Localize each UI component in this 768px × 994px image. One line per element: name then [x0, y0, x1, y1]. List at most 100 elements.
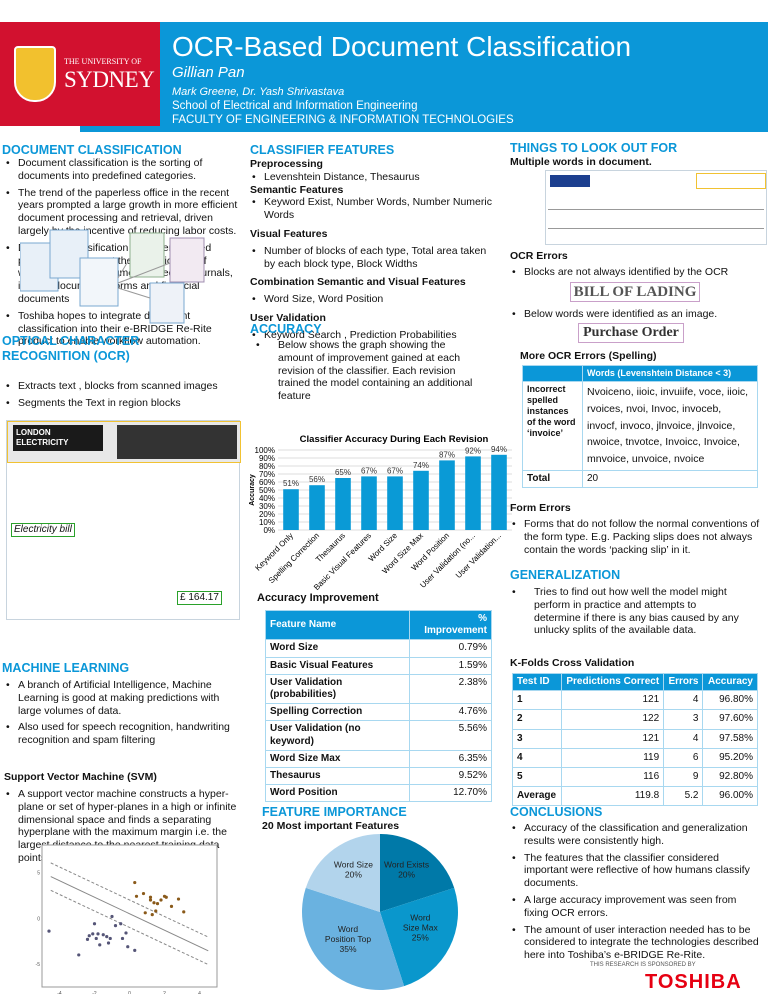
- point-class-b: [126, 945, 130, 949]
- table-row: 5 116 9 92.80%: [512, 766, 758, 788]
- y-tick-label: 40%: [259, 494, 275, 503]
- improvement-value: 5.56%: [408, 720, 493, 751]
- semantic-list: Keyword Exist, Number Words, Number Nume…: [250, 196, 500, 222]
- conclusions-bullets: Accuracy of the classification and gener…: [510, 822, 760, 966]
- y-tick-label: 70%: [259, 470, 275, 479]
- point-class-b: [92, 922, 97, 926]
- y-tick-label: 20%: [259, 510, 275, 519]
- kfold-cell: Average: [512, 786, 562, 807]
- spelling-errors-table: Words (Levenshtein Distance < 3) Incorre…: [522, 365, 758, 489]
- point-class-b: [96, 932, 100, 936]
- data-label: 94%: [491, 445, 507, 454]
- svm-heading: Support Vector Machine (SVM): [4, 771, 157, 783]
- faculty: FACULTY OF ENGINEERING & INFORMATION TEC…: [172, 114, 514, 126]
- kfold-heading: K-Folds Cross Validation: [510, 657, 635, 669]
- feature-importance-pie-chart: Word Exists 20%Word Size Max 25%Word Positio…: [302, 834, 458, 990]
- y-tick-label: 0: [37, 916, 40, 922]
- point-class-b: [133, 948, 137, 952]
- kfold-cell: 116: [560, 766, 665, 788]
- point-class-b: [47, 929, 51, 933]
- kfold-cell: 119.8: [560, 786, 665, 807]
- point-class-b: [110, 914, 114, 919]
- y-tick-label: -5: [36, 962, 41, 968]
- spelling-table-header: Words (Levenshtein Distance < 3): [582, 365, 758, 382]
- table-row: 1 121 4 96.80%: [512, 690, 758, 711]
- accuracy-table-title: Accuracy Improvement: [257, 592, 379, 604]
- kfold-cell: 3: [663, 709, 704, 730]
- ocr-bullets: Extracts text , blocks from scanned imag…: [4, 380, 240, 414]
- kfold-cell: 9: [663, 766, 704, 788]
- kfold-cell: 5.2: [663, 786, 704, 807]
- data-label: 87%: [439, 450, 455, 459]
- poster-title: OCR-Based Document Classification: [172, 31, 632, 62]
- bullet: The features that the classifier conside…: [510, 852, 760, 890]
- y-tick-label: 0%: [263, 526, 275, 535]
- bar: [335, 478, 351, 530]
- kfold-cell: 97.58%: [702, 728, 758, 749]
- feature-name: Word Size: [265, 639, 410, 658]
- data-label: 51%: [283, 479, 299, 488]
- table-row: 3 121 4 97.58%: [512, 728, 758, 749]
- bullet: Keyword Exist, Number Words, Number Nume…: [250, 196, 500, 222]
- bullet: Also used for speech recognition, handwr…: [4, 721, 240, 747]
- classifier-features-heading: CLASSIFIER FEATURES: [250, 143, 395, 157]
- kfold-cell: 4: [663, 728, 704, 749]
- data-label: 67%: [361, 466, 377, 475]
- table-row: 4 119 6 95.20%: [512, 747, 758, 768]
- visual-heading: Visual Features: [250, 227, 328, 240]
- point-class-a: [176, 897, 181, 901]
- bullet: Extracts text , blocks from scanned imag…: [4, 380, 240, 393]
- point-class-b: [124, 931, 128, 935]
- kfold-cell: 122: [560, 709, 665, 730]
- toshiba-logo: TOSHIBA: [645, 971, 742, 993]
- bar: [309, 485, 325, 530]
- improvement-value: 12.70%: [408, 784, 493, 803]
- bullet: Blocks are not always identified by the …: [510, 266, 766, 279]
- feature-name: Basic Visual Features: [265, 656, 410, 675]
- feature-name: User Validation (probabilities): [265, 673, 410, 705]
- total-value: 20: [582, 469, 758, 489]
- kfold-cell: 4: [512, 747, 562, 768]
- generalization-bullets: Tries to find out how well the model mig…: [510, 586, 740, 641]
- kfold-cell: 97.60%: [702, 709, 758, 730]
- multiple-words-text: Multiple words in document.: [510, 156, 652, 168]
- bar: [491, 454, 507, 530]
- point-class-b: [119, 922, 123, 926]
- ocr-errors-heading: OCR Errors: [510, 250, 568, 262]
- data-label: 92%: [465, 446, 481, 455]
- kfold-cell: 6: [663, 747, 704, 768]
- point-class-b: [85, 937, 90, 941]
- point-class-a: [148, 898, 153, 902]
- form-errors-heading: Form Errors: [510, 502, 571, 514]
- school: School of Electrical and Information Eng…: [172, 100, 418, 112]
- y-tick-label: 100%: [255, 446, 275, 455]
- bar: [283, 489, 299, 530]
- plot-frame: [41, 844, 218, 988]
- bullet: The amount of user interaction needed ha…: [510, 924, 760, 962]
- kfold-cell: 96.00%: [702, 786, 758, 807]
- bar: [413, 470, 429, 530]
- table-header: Predictions Correct: [560, 672, 665, 692]
- table-header: Errors: [663, 672, 704, 692]
- data-label: 65%: [335, 468, 351, 477]
- bill-amount: £ 164.17: [177, 591, 222, 606]
- accuracy-improvement-table: Feature Name% Improvement Word Size 0.79% B…: [265, 609, 493, 803]
- bullet: A large accuracy improvement was seen fr…: [510, 894, 760, 920]
- kfold-table: Test ID Predictions Correct Errors Accuracy…: [512, 672, 758, 807]
- sponsor-text: THIS RESEARCH IS SPONSORED BY: [590, 962, 696, 968]
- improvement-value: 0.79%: [408, 639, 493, 658]
- chart-title: Classifier Accuracy During Each Revision: [300, 434, 489, 445]
- kfold-cell: 119: [560, 747, 665, 768]
- bill-of-lading-image: BILL OF LADING: [570, 282, 700, 302]
- combination-heading: Combination Semantic and Visual Features: [250, 276, 466, 289]
- point-class-a: [159, 898, 163, 902]
- point-class-a: [164, 895, 168, 899]
- point-class-b: [77, 953, 81, 957]
- feature-name: Word Size Max: [265, 749, 410, 768]
- bullet: Below shows the graph showing the amount…: [254, 339, 474, 403]
- conclusions-heading: CONCLUSIONS: [510, 805, 603, 819]
- point-class-b: [87, 934, 91, 938]
- y-tick-label: 80%: [259, 462, 275, 471]
- kfold-cell: 92.80%: [702, 766, 758, 788]
- y-tick-label: 10%: [259, 518, 275, 527]
